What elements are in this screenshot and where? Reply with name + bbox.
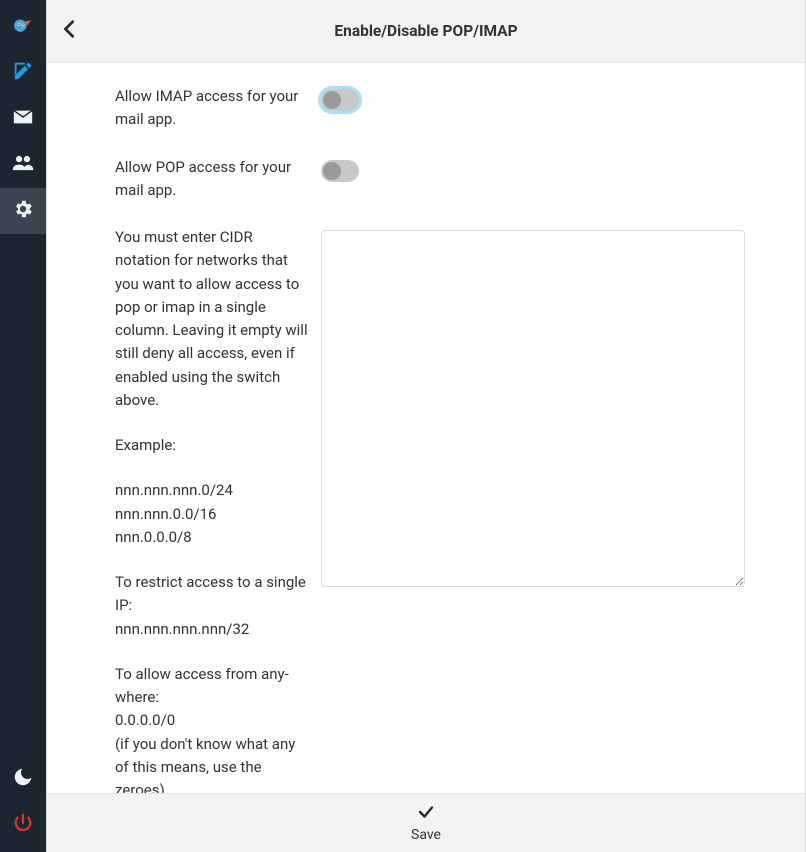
cidr-input[interactable]: [321, 230, 745, 587]
check-icon: [416, 803, 436, 825]
row-imap: Allow IMAP access for your mail app.: [115, 85, 745, 132]
sidebar-item-brand[interactable]: [0, 4, 46, 50]
cidr-help-example-label: Example:: [115, 434, 311, 457]
mail-icon: [12, 106, 34, 132]
imap-toggle[interactable]: [321, 89, 359, 111]
imap-label: Allow IMAP access for your mail app.: [115, 85, 321, 132]
sidebar: [0, 0, 46, 852]
content: Allow IMAP access for your mail app. All…: [47, 63, 805, 793]
pop-toggle[interactable]: [321, 160, 359, 182]
row-pop: Allow POP access for your mail app.: [115, 156, 745, 203]
users-icon: [12, 152, 34, 178]
cidr-help-examples: nnn.nnn.nnn.0/24 nnn.nnn.0.0/16 nnn.0.0.…: [115, 479, 311, 549]
sidebar-item-mail[interactable]: [0, 96, 46, 142]
sidebar-item-users[interactable]: [0, 142, 46, 188]
header: Enable/Disable POP/IMAP: [47, 0, 805, 63]
chevron-left-icon: [59, 18, 81, 44]
cidr-help: You must enter CIDR notation for network…: [115, 226, 321, 793]
moon-icon: [12, 766, 34, 792]
pop-label: Allow POP access for your mail app.: [115, 156, 321, 203]
compose-icon: [12, 60, 34, 86]
sidebar-item-power[interactable]: [0, 802, 46, 848]
row-cidr: You must enter CIDR notation for network…: [115, 226, 745, 793]
cidr-help-single-ip: To restrict access to a single IP: nnn.n…: [115, 571, 311, 641]
sidebar-item-darkmode[interactable]: [0, 756, 46, 802]
sidebar-item-settings[interactable]: [0, 188, 46, 234]
power-icon: [12, 812, 34, 838]
gear-icon: [12, 198, 34, 224]
sidebar-item-compose[interactable]: [0, 50, 46, 96]
cidr-help-intro: You must enter CIDR notation for network…: [115, 226, 311, 412]
main-panel: Enable/Disable POP/IMAP Allow IMAP acces…: [46, 0, 806, 852]
save-button[interactable]: Save: [47, 793, 805, 852]
save-label: Save: [411, 827, 441, 843]
cidr-help-anywhere: To allow access from any­where: 0.0.0.0/…: [115, 663, 311, 793]
brand-icon: [9, 13, 37, 41]
page-title: Enable/Disable POP/IMAP: [47, 22, 805, 40]
back-button[interactable]: [47, 0, 93, 63]
